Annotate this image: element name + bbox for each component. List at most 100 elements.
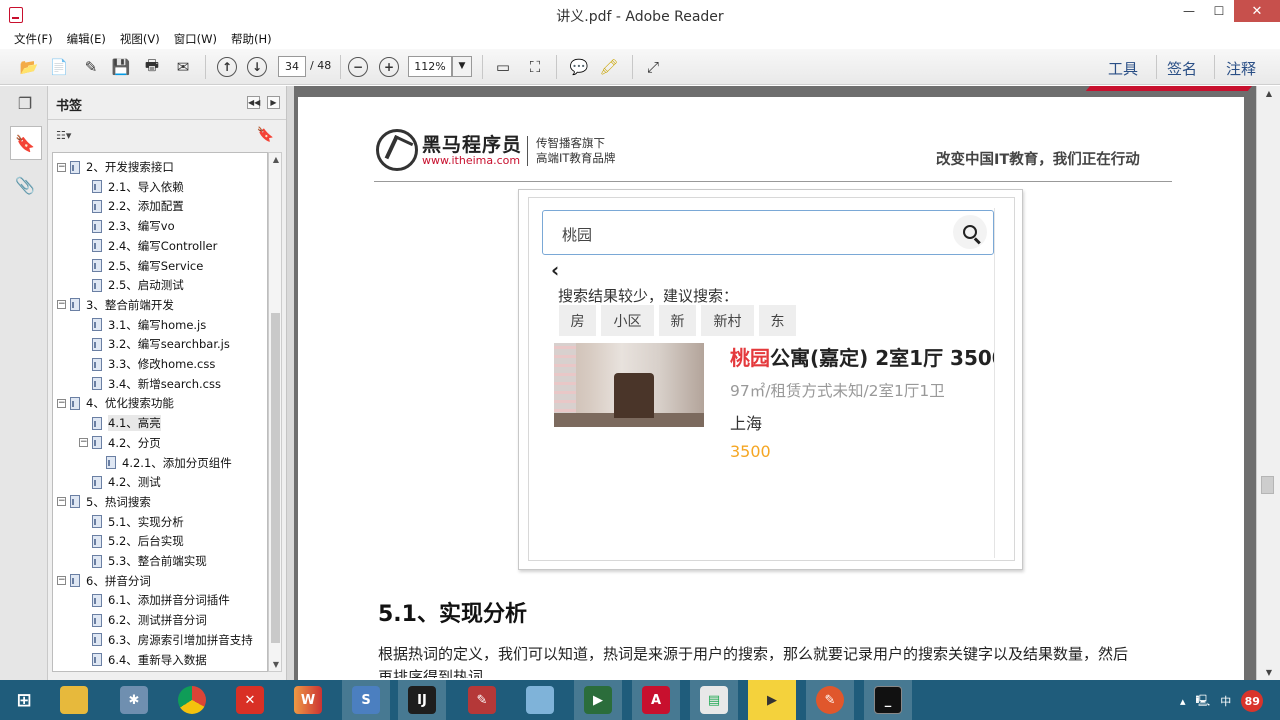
bookmark-item[interactable]: − 4.2、分页 [79, 433, 161, 453]
bookmark-item[interactable]: 4.1、高亮 [79, 413, 161, 433]
taskbar-intellij[interactable]: IJ [398, 680, 446, 720]
highlight-icon[interactable]: 🖍 [598, 56, 620, 78]
create-pdf-icon[interactable]: 📄 [48, 56, 70, 78]
taskbar-app-14[interactable]: ✎ [806, 680, 854, 720]
bookmark-icon [92, 515, 102, 529]
attachments-panel-icon[interactable]: 📎 [14, 174, 36, 196]
sign-button[interactable]: 签名 [1167, 58, 1197, 79]
email-icon[interactable]: ✉ [172, 56, 194, 78]
collapse-toggle-icon[interactable]: − [57, 497, 66, 507]
new-bookmark-icon[interactable]: 🔖 [257, 127, 274, 143]
next-page-icon[interactable]: ↓ [247, 57, 267, 77]
bookmark-item[interactable]: 6.1、添加拼音分词插件 [79, 590, 230, 610]
collapse-toggle-icon[interactable]: − [57, 576, 66, 586]
menu-file[interactable]: 文件(F) [14, 30, 53, 48]
bookmark-item[interactable]: 5.3、整合前端实现 [79, 551, 207, 571]
bookmark-item[interactable]: 2.5、启动测试 [79, 275, 184, 295]
bookmark-item[interactable]: − 2、开发搜索接口 [57, 157, 174, 177]
panel-splitter[interactable] [286, 86, 294, 680]
maximize-button[interactable]: ☐ [1204, 0, 1234, 22]
scroll-up-icon[interactable]: ▲ [1257, 89, 1280, 98]
bookmark-item[interactable]: 2.2、添加配置 [79, 196, 184, 216]
comment-button[interactable]: 注释 [1226, 58, 1256, 79]
taskbar-explorer[interactable] [50, 680, 98, 720]
figure-search-value: 桃园 [562, 226, 593, 244]
bookmark-item[interactable]: 3.1、编写home.js [79, 315, 206, 335]
collapse-toggle-icon[interactable]: − [57, 300, 66, 310]
menu-help[interactable]: 帮助(H) [231, 30, 272, 48]
start-button[interactable]: ⊞ [0, 680, 48, 720]
bookmark-item[interactable]: 2.1、导入依赖 [79, 177, 184, 197]
bookmark-item[interactable]: 2.4、编写Controller [79, 236, 217, 256]
bookmarks-panel-icon[interactable]: 🔖 [14, 132, 36, 154]
bookmark-item[interactable]: 6.2、测试拼音分词 [79, 610, 207, 630]
expand-panel-icon[interactable]: ▶ [267, 96, 280, 109]
menu-view[interactable]: 视图(V) [120, 30, 160, 48]
fit-page-icon[interactable]: ▭ [492, 56, 514, 78]
bookmarks-title: 书签 [56, 99, 83, 114]
fit-width-icon[interactable]: ⛶ [524, 56, 546, 78]
collapse-toggle-icon[interactable]: − [57, 398, 66, 408]
bookmark-item[interactable]: 5.1、实现分析 [79, 512, 184, 532]
ime-indicator[interactable]: 中 [1220, 693, 1231, 709]
tools-button[interactable]: 工具 [1108, 58, 1138, 79]
bookmark-item[interactable]: 3.3、修改home.css [79, 354, 215, 374]
close-button[interactable]: ✕ [1234, 0, 1280, 22]
bookmark-item[interactable]: 2.3、编写vo [79, 216, 175, 236]
taskbar-app-10[interactable]: ▶ [574, 680, 622, 720]
pages-panel-icon[interactable]: ❐ [14, 92, 36, 114]
fullscreen-icon[interactable]: ⤢ [642, 56, 664, 78]
bookmark-options-icon[interactable]: ☷▾ [56, 129, 71, 142]
edit-icon[interactable]: ✎ [80, 56, 102, 78]
collapse-toggle-icon[interactable]: − [57, 162, 66, 172]
page-number-input[interactable]: 34 [278, 56, 306, 77]
scroll-up-icon[interactable]: ▲ [269, 155, 283, 164]
bookmark-item[interactable]: 5.2、后台实现 [79, 531, 184, 551]
taskbar-app-2[interactable]: ✱ [110, 680, 158, 720]
previous-page-icon[interactable]: ↑ [217, 57, 237, 77]
scrollbar-thumb[interactable] [1261, 476, 1274, 494]
scroll-down-icon[interactable]: ▼ [1257, 668, 1280, 677]
taskbar-app-6[interactable]: S [342, 680, 390, 720]
scrollbar-thumb[interactable] [271, 313, 280, 643]
bookmark-item[interactable]: − 4、优化搜索功能 [57, 393, 174, 413]
collapse-toggle-icon[interactable]: − [79, 438, 88, 448]
document-scrollbar[interactable]: ▲ ▼ [1256, 86, 1280, 680]
taskbar-app-13[interactable]: ▶ [748, 680, 796, 720]
zoom-in-icon[interactable]: + [379, 57, 399, 77]
zoom-input[interactable]: 112% [408, 56, 452, 77]
zoom-out-icon[interactable]: − [348, 57, 368, 77]
taskbar-chrome[interactable] [168, 680, 216, 720]
bookmark-item[interactable]: 4.2、测试 [79, 472, 161, 492]
bookmark-item[interactable]: 3.4、新增search.css [79, 374, 221, 394]
tray-arrow-icon[interactable]: ▴ [1180, 695, 1186, 708]
bookmark-item[interactable]: 6.4、重新导入数据 [79, 650, 207, 670]
taskbar-app-5[interactable]: W [284, 680, 332, 720]
taskbar-app-8[interactable]: ✎ [458, 680, 506, 720]
menu-window[interactable]: 窗口(W) [174, 30, 217, 48]
print-icon[interactable]: 🖶 [141, 56, 163, 78]
bookmark-item[interactable]: − 5、热词搜索 [57, 492, 151, 512]
taskbar-xmind[interactable]: ✕ [226, 680, 274, 720]
bookmark-item[interactable]: 2.5、编写Service [79, 256, 203, 276]
save-icon[interactable]: 💾 [110, 56, 132, 78]
menu-edit[interactable]: 编辑(E) [67, 30, 106, 48]
bookmark-item[interactable]: − 3、整合前端开发 [57, 295, 174, 315]
bookmark-item[interactable]: 3.2、编写searchbar.js [79, 334, 230, 354]
zoom-dropdown-icon[interactable]: ▼ [452, 56, 472, 77]
comment-icon[interactable]: 💬 [568, 56, 590, 78]
open-file-icon[interactable]: 📂 [18, 56, 40, 78]
scroll-down-icon[interactable]: ▼ [269, 660, 283, 669]
bookmark-item[interactable]: − 6、拼音分词 [57, 571, 151, 591]
taskbar-cmd[interactable]: _ [864, 680, 912, 720]
network-icon[interactable]: 🖳 [1196, 692, 1211, 711]
bookmark-item[interactable]: 6.3、房源索引增加拼音支持 [79, 630, 253, 650]
minimize-button[interactable]: — [1174, 0, 1204, 22]
taskbar-app-9[interactable] [516, 680, 564, 720]
collapse-panel-icon[interactable]: ◀◀ [247, 96, 260, 109]
notification-badge[interactable]: 89 [1241, 690, 1264, 712]
taskbar-app-12[interactable]: ▤ [690, 680, 738, 720]
taskbar-adobe-reader[interactable]: A [632, 680, 680, 720]
bookmarks-scrollbar[interactable]: ▲ ▼ [268, 152, 282, 672]
bookmark-item[interactable]: 4.2.1、添加分页组件 [93, 453, 232, 473]
